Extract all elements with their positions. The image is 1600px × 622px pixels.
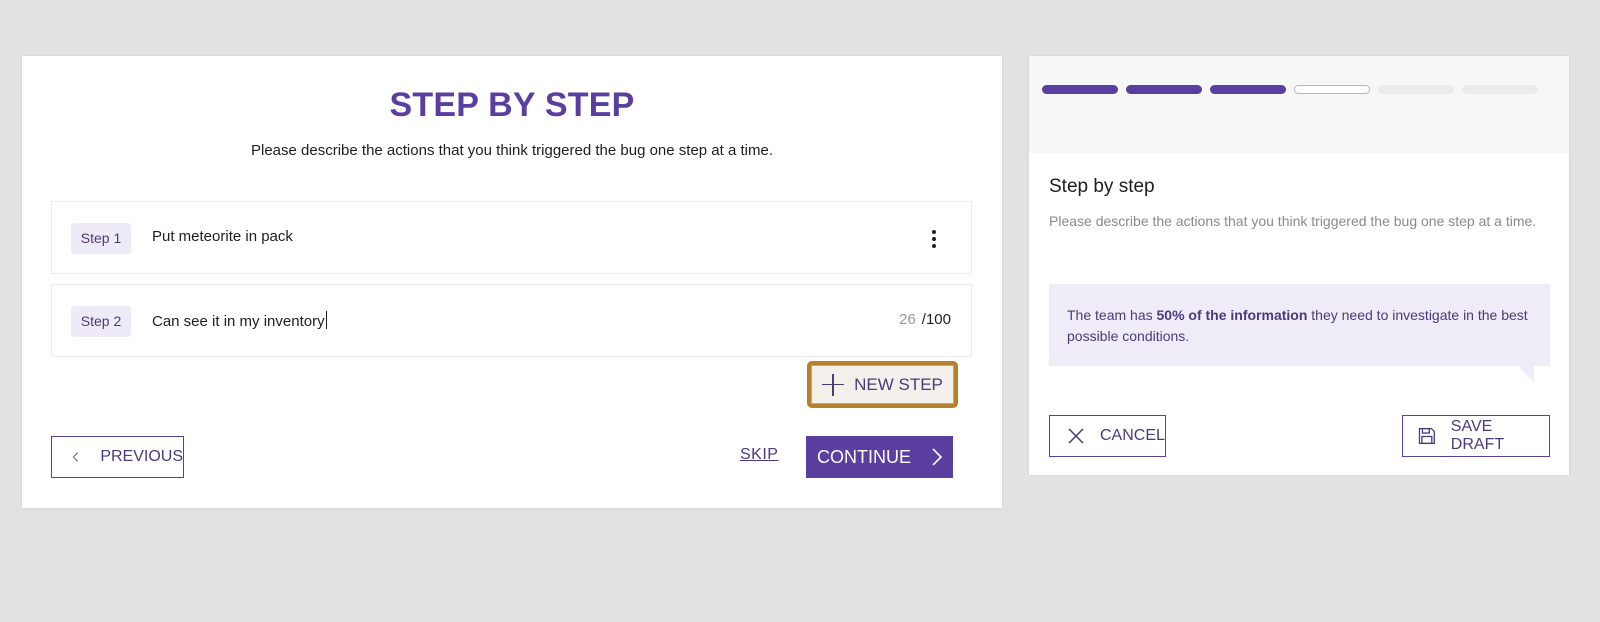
info-callout: The team has 50% of the information they… xyxy=(1049,284,1550,366)
char-max: /100 xyxy=(921,311,951,328)
plus-icon xyxy=(822,373,845,396)
save-draft-button[interactable]: SAVE DRAFT xyxy=(1402,415,1550,457)
progress-segment-2 xyxy=(1126,85,1202,94)
side-description: Please describe the actions that you thi… xyxy=(1049,213,1537,229)
step-row-2[interactable]: Step 2 Can see it in my inventory 26/100 xyxy=(51,284,972,357)
step-row-1[interactable]: Step 1 Put meteorite in pack xyxy=(51,201,972,274)
floppy-disk-icon xyxy=(1418,427,1435,445)
progress-bar xyxy=(1029,56,1569,153)
save-draft-label: SAVE DRAFT xyxy=(1450,418,1505,453)
previous-label: PREVIOUS xyxy=(100,448,183,465)
skip-link[interactable]: SKIP xyxy=(740,446,778,464)
progress-segment-3 xyxy=(1210,85,1286,94)
new-step-button[interactable]: NEW STEP xyxy=(807,361,958,408)
text-caret xyxy=(325,311,327,329)
side-title: Step by step xyxy=(1049,176,1155,197)
side-panel: Step by step Please describe the actions… xyxy=(1029,56,1569,475)
cancel-button[interactable]: CANCEL xyxy=(1049,415,1166,457)
info-highlight: 50% of the information xyxy=(1156,307,1308,323)
char-count: 26 xyxy=(899,311,916,328)
progress-segment-1 xyxy=(1042,85,1118,94)
info-prefix: The team has xyxy=(1067,307,1157,323)
progress-segment-4 xyxy=(1294,85,1370,94)
chevron-right-icon xyxy=(932,448,943,466)
step-badge-2: Step 2 xyxy=(71,306,131,337)
step-input-2-value: Can see it in my inventory xyxy=(152,313,325,330)
continue-button[interactable]: CONTINUE xyxy=(806,436,953,478)
char-counter: 26/100 xyxy=(899,311,951,328)
step-form-card: STEP BY STEP Please describe the actions… xyxy=(22,56,1002,508)
progress-segment-5 xyxy=(1378,85,1454,94)
progress-segment-6 xyxy=(1462,85,1538,94)
cancel-label: CANCEL xyxy=(1100,427,1165,444)
step-text-1[interactable]: Put meteorite in pack xyxy=(152,228,293,245)
new-step-label: NEW STEP xyxy=(854,374,943,394)
page-title: STEP BY STEP xyxy=(389,86,635,124)
step-badge-1: Step 1 xyxy=(71,223,131,254)
info-callout-tail xyxy=(1518,366,1534,382)
previous-button[interactable]: PREVIOUS xyxy=(51,436,184,478)
page-subtitle: Please describe the actions that you thi… xyxy=(251,142,773,159)
close-icon xyxy=(1068,428,1084,444)
step-input-2[interactable]: Can see it in my inventory xyxy=(152,311,327,330)
continue-label: CONTINUE xyxy=(817,446,911,467)
kebab-menu-icon[interactable] xyxy=(927,226,941,252)
chevron-left-icon xyxy=(72,452,79,462)
